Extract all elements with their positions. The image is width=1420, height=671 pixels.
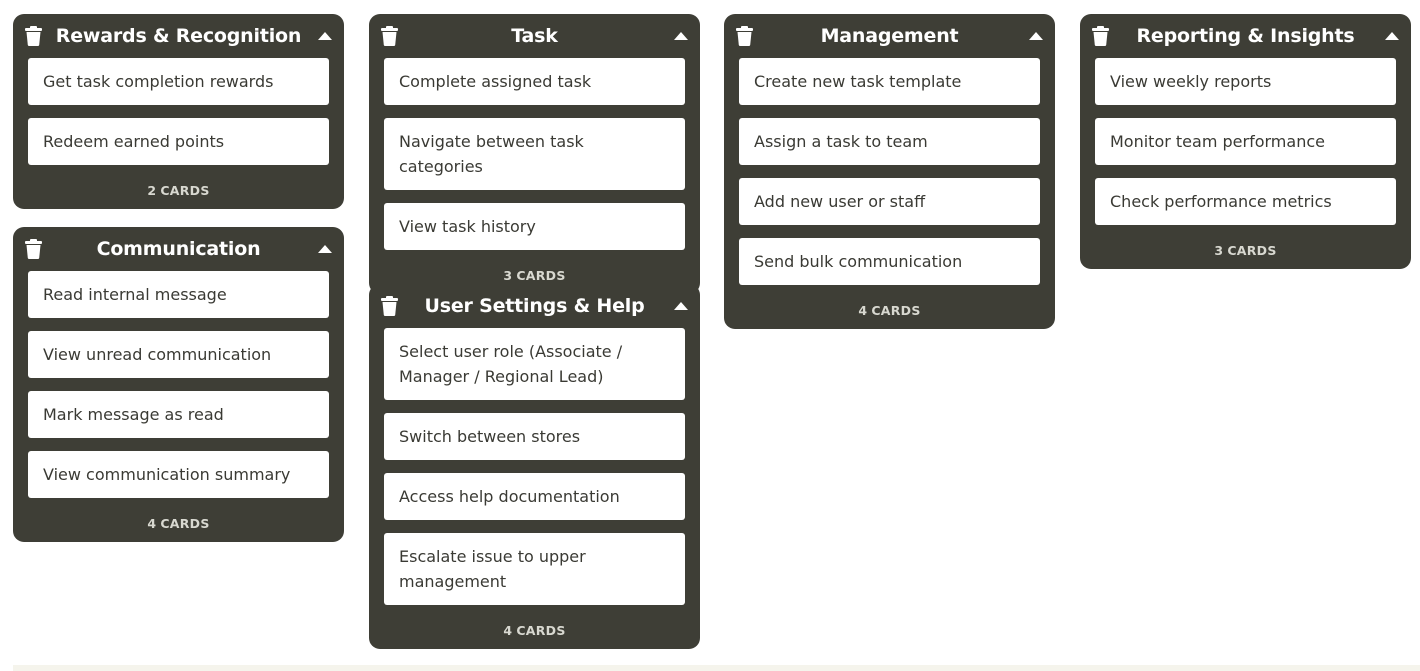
group-header: Reporting & Insights [1080, 14, 1411, 58]
card[interactable]: Monitor team performance [1095, 118, 1396, 165]
card-count: 4 CARDS [369, 618, 700, 649]
card[interactable]: Mark message as read [28, 391, 329, 438]
card[interactable]: Send bulk communication [739, 238, 1040, 285]
card-count-suffix: CARDS [516, 268, 566, 283]
card[interactable]: Select user role (Associate / Manager / … [384, 328, 685, 400]
card[interactable]: Read internal message [28, 271, 329, 318]
card[interactable]: Add new user or staff [739, 178, 1040, 225]
trash-icon[interactable] [736, 26, 753, 46]
card[interactable]: Switch between stores [384, 413, 685, 460]
group-title: Rewards & Recognition [55, 25, 302, 47]
card-list: View weekly reports Monitor team perform… [1080, 58, 1411, 225]
card-count-suffix: CARDS [160, 183, 210, 198]
footer-strip [13, 665, 1420, 671]
card-count-suffix: CARDS [516, 623, 566, 638]
group-rewards-recognition: Rewards & Recognition Get task completio… [13, 14, 344, 209]
group-task: Task Complete assigned task Navigate bet… [369, 14, 700, 294]
card-count-number: 3 [1214, 243, 1224, 258]
card-count: 3 CARDS [1080, 238, 1411, 269]
caret-up-icon[interactable] [674, 31, 688, 41]
board: Rewards & Recognition Get task completio… [0, 0, 1420, 671]
trash-icon[interactable] [25, 26, 42, 46]
trash-icon[interactable] [381, 296, 398, 316]
card[interactable]: View weekly reports [1095, 58, 1396, 105]
card-count: 2 CARDS [13, 178, 344, 209]
card[interactable]: View communication summary [28, 451, 329, 498]
group-title: Reporting & Insights [1136, 25, 1355, 47]
card-list: Create new task template Assign a task t… [724, 58, 1055, 285]
card-count-number: 4 [147, 516, 157, 531]
card-list: Get task completion rewards Redeem earne… [13, 58, 344, 165]
trash-icon[interactable] [25, 239, 42, 259]
caret-up-icon[interactable] [318, 31, 332, 41]
card-list: Read internal message View unread commun… [13, 271, 344, 498]
card[interactable]: Navigate between task categories [384, 118, 685, 190]
group-header: Management [724, 14, 1055, 58]
group-header: User Settings & Help [369, 284, 700, 328]
card[interactable]: Redeem earned points [28, 118, 329, 165]
card-list: Complete assigned task Navigate between … [369, 58, 700, 250]
caret-up-icon[interactable] [1029, 31, 1043, 41]
group-title: Communication [96, 238, 261, 260]
card[interactable]: View unread communication [28, 331, 329, 378]
card[interactable]: Check performance metrics [1095, 178, 1396, 225]
group-communication: Communication Read internal message View… [13, 227, 344, 542]
group-header: Task [369, 14, 700, 58]
group-management: Management Create new task template Assi… [724, 14, 1055, 329]
group-reporting-insights: Reporting & Insights View weekly reports… [1080, 14, 1411, 269]
card[interactable]: Get task completion rewards [28, 58, 329, 105]
card-count-number: 3 [503, 268, 513, 283]
card[interactable]: Create new task template [739, 58, 1040, 105]
card-count-number: 2 [147, 183, 157, 198]
card[interactable]: Assign a task to team [739, 118, 1040, 165]
card-count: 4 CARDS [13, 511, 344, 542]
card-count: 4 CARDS [724, 298, 1055, 329]
group-title: User Settings & Help [424, 295, 645, 317]
card-count-number: 4 [503, 623, 513, 638]
group-user-settings-help: User Settings & Help Select user role (A… [369, 284, 700, 649]
card-list: Select user role (Associate / Manager / … [369, 328, 700, 605]
caret-up-icon[interactable] [1385, 31, 1399, 41]
card-count-suffix: CARDS [1227, 243, 1277, 258]
group-header: Communication [13, 227, 344, 271]
card[interactable]: Escalate issue to upper management [384, 533, 685, 605]
caret-up-icon[interactable] [674, 301, 688, 311]
group-title: Management [820, 25, 959, 47]
card[interactable]: View task history [384, 203, 685, 250]
group-header: Rewards & Recognition [13, 14, 344, 58]
group-title: Task [511, 25, 558, 47]
card[interactable]: Access help documentation [384, 473, 685, 520]
card-count-number: 4 [858, 303, 868, 318]
card[interactable]: Complete assigned task [384, 58, 685, 105]
trash-icon[interactable] [1092, 26, 1109, 46]
caret-up-icon[interactable] [318, 244, 332, 254]
card-count-suffix: CARDS [160, 516, 210, 531]
trash-icon[interactable] [381, 26, 398, 46]
card-count-suffix: CARDS [871, 303, 921, 318]
